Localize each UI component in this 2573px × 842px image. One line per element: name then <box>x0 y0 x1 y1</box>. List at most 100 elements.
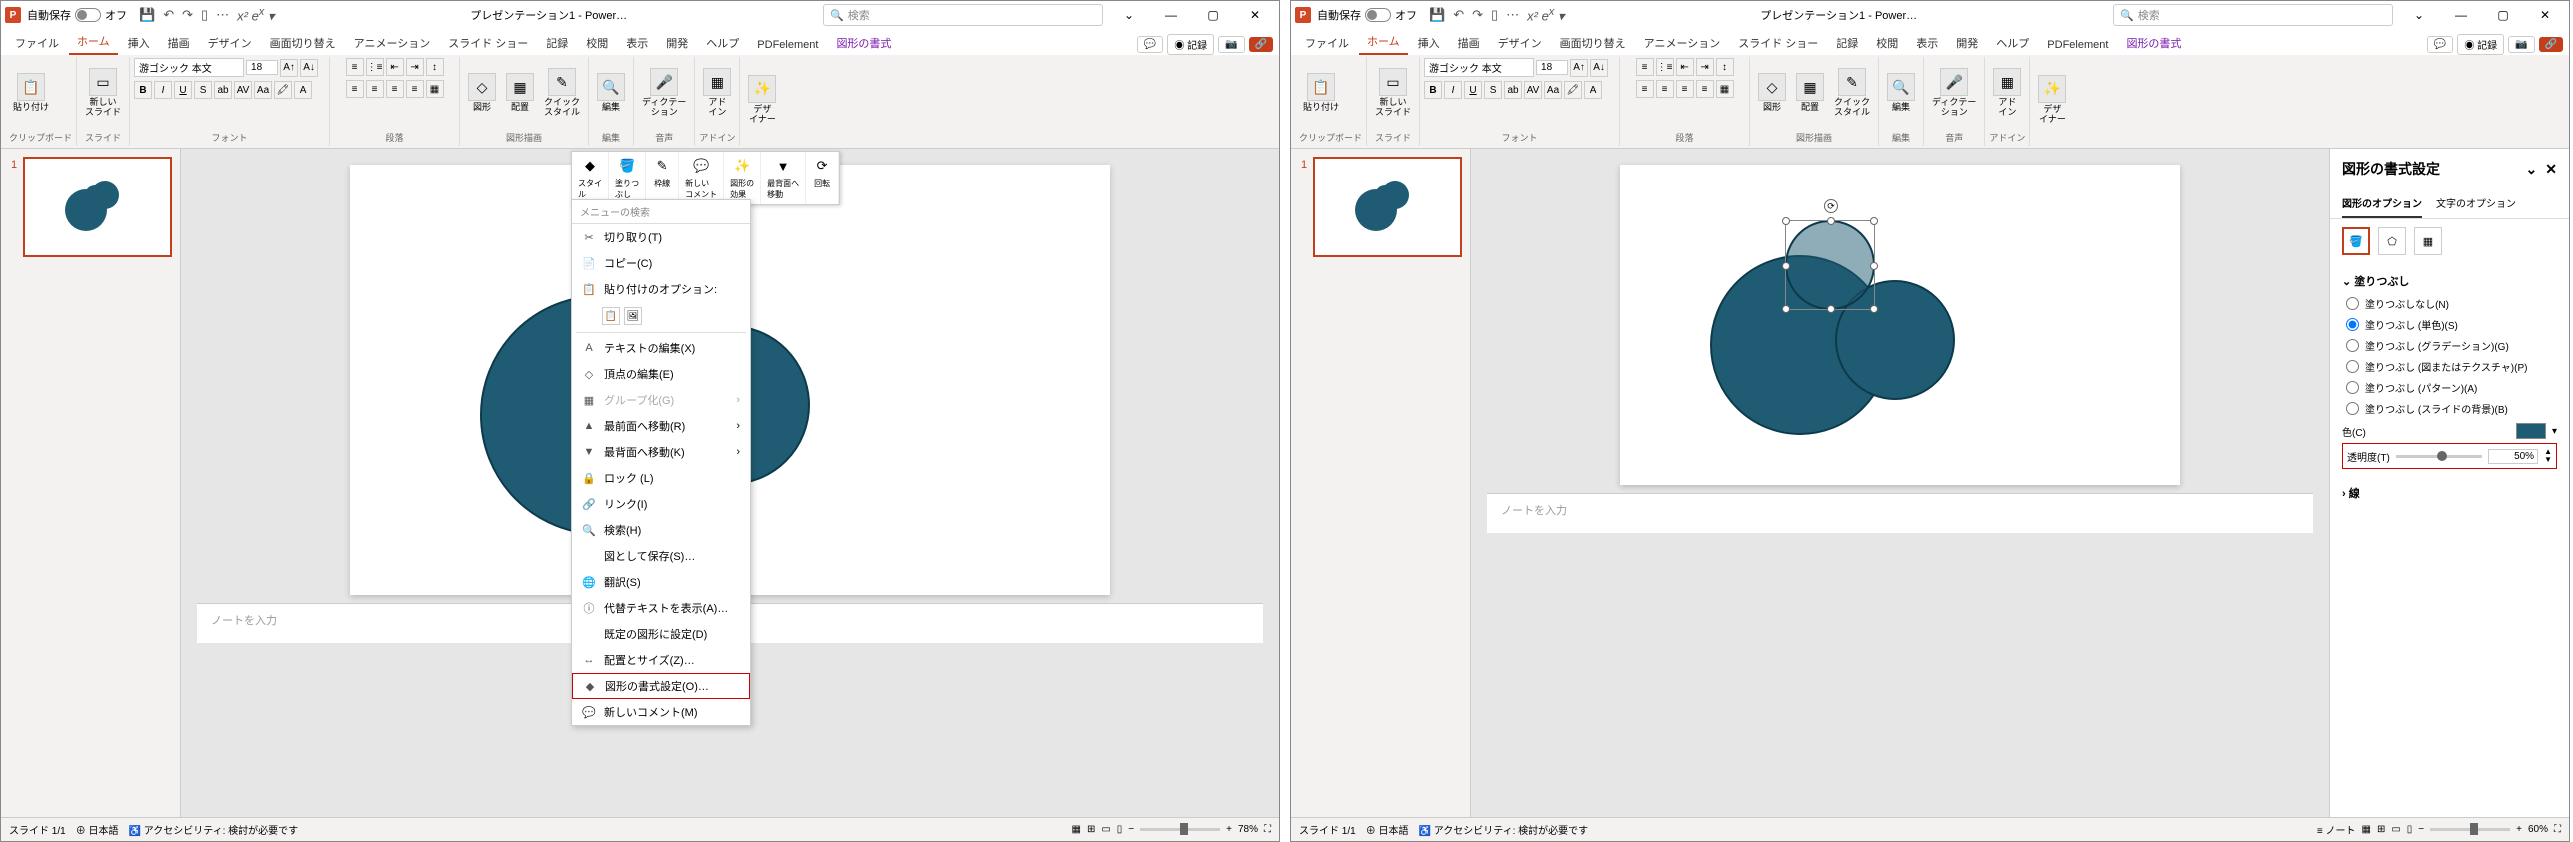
mt-style-button[interactable]: ◆スタイ ル <box>572 152 609 204</box>
fp-fill-picture[interactable]: 塗りつぶし (図またはテクスチャ)(P) <box>2342 356 2557 377</box>
increase-font-icon[interactable]: A↑ <box>280 59 298 77</box>
record-button[interactable]: ◉ 記録 <box>2457 34 2504 55</box>
fp-transparency-input[interactable] <box>2488 449 2538 464</box>
minimize-icon[interactable]: — <box>2441 5 2481 25</box>
fp-effects-icon[interactable]: ⬠ <box>2378 227 2406 255</box>
editing-button[interactable]: 🔍編集 <box>1883 71 1919 115</box>
ctx-edit-points[interactable]: ◇頂点の編集(E) <box>572 361 750 387</box>
accessibility-status[interactable]: ♿ アクセシビリティ: 検討が必要です <box>1418 822 1588 837</box>
handle-se[interactable] <box>1870 305 1878 313</box>
view-slideshow-icon[interactable]: ▯ <box>2407 824 2413 835</box>
fp-fill-gradient[interactable]: 塗りつぶし (グラデーション)(G) <box>2342 335 2557 356</box>
comments-button[interactable]: 💬 <box>2427 36 2453 53</box>
close-icon[interactable]: ✕ <box>2525 5 2565 25</box>
ctx-search-h[interactable]: 🔍検索(H) <box>572 517 750 543</box>
tab-file[interactable]: ファイル <box>7 31 67 55</box>
mt-outline-button[interactable]: ✎枠線 <box>646 152 679 204</box>
paste-button[interactable]: 📋貼り付け <box>9 71 53 115</box>
highlight-icon[interactable]: 🖍 <box>274 81 292 99</box>
toggle-icon[interactable] <box>75 8 101 22</box>
paste-pic-icon[interactable]: 🖼 <box>624 307 642 325</box>
tab-view[interactable]: 表示 <box>618 31 656 55</box>
search-input[interactable]: 🔍検索 <box>823 4 1103 26</box>
toggle-icon[interactable] <box>1365 8 1391 22</box>
fp-fill-none[interactable]: 塗りつぶしなし(N) <box>2342 293 2557 314</box>
view-sorter-icon[interactable]: ⊞ <box>2377 824 2385 835</box>
notes-pane[interactable]: ノートを入力 <box>1487 493 2313 533</box>
zoom-value[interactable]: 60% <box>2528 824 2548 835</box>
view-reading-icon[interactable]: ▭ <box>2391 824 2400 835</box>
shapes-button[interactable]: ◇図形 <box>464 71 500 115</box>
paste-theme-icon[interactable]: 📋 <box>602 307 620 325</box>
font-size-combo[interactable]: 18 <box>246 60 278 75</box>
from-beginning-icon[interactable]: ▯ <box>201 7 208 23</box>
thumbnail-pane[interactable]: 1 <box>1 149 181 817</box>
font-name-combo[interactable]: 游ゴシック 本文 <box>134 58 244 77</box>
tab-design[interactable]: デザイン <box>1490 31 1550 55</box>
ctx-translate[interactable]: 🌐翻訳(S) <box>572 569 750 595</box>
quick-styles-button[interactable]: ✎クイック スタイル <box>540 66 584 120</box>
numbering-icon[interactable]: ⋮≡ <box>366 58 384 76</box>
camera-button[interactable]: 📷 <box>2508 36 2534 53</box>
arrange-button[interactable]: ▦配置 <box>502 71 538 115</box>
ctx-lock[interactable]: 🔒ロック (L) <box>572 465 750 491</box>
thumbnail-pane[interactable]: 1 <box>1291 149 1471 817</box>
tab-file[interactable]: ファイル <box>1297 31 1357 55</box>
shapes-button[interactable]: ◇図形 <box>1754 71 1790 115</box>
zoom-in-icon[interactable]: + <box>1226 824 1232 835</box>
editing-button[interactable]: 🔍編集 <box>593 71 629 115</box>
math-icon[interactable]: x² ex ▾ <box>237 6 274 24</box>
zoom-in-icon[interactable]: + <box>2516 824 2522 835</box>
handle-nw[interactable] <box>1782 217 1790 225</box>
slide-count[interactable]: スライド 1/1 <box>9 822 66 837</box>
tab-help[interactable]: ヘルプ <box>698 31 747 55</box>
save-icon[interactable]: 💾 <box>139 7 155 23</box>
arrange-button[interactable]: ▦配置 <box>1792 71 1828 115</box>
font-name-combo[interactable]: 游ゴシック 本文 <box>1424 58 1534 77</box>
share-button[interactable]: 🔗 <box>1249 37 1273 52</box>
justify-icon[interactable]: ≡ <box>406 80 424 98</box>
spacing-icon[interactable]: AV <box>234 81 252 99</box>
fp-dropdown-icon[interactable]: ⌄ <box>2526 161 2538 178</box>
ctx-link[interactable]: 🔗リンク(I) <box>572 491 750 517</box>
math-icon[interactable]: x² ex ▾ <box>1527 6 1564 24</box>
dictate-button[interactable]: 🎤ディクテー ション <box>638 66 690 120</box>
view-reading-icon[interactable]: ▭ <box>1101 824 1110 835</box>
slide-thumbnail-1[interactable]: 1 <box>23 157 172 257</box>
autosave-toggle[interactable]: 自動保存 オフ <box>27 7 127 23</box>
accessibility-status[interactable]: ♿ アクセシビリティ: 検討が必要です <box>128 822 298 837</box>
italic-icon[interactable]: I <box>154 81 172 99</box>
fp-transparency-slider[interactable] <box>2396 455 2482 458</box>
fit-window-icon[interactable]: ⛶ <box>1264 824 1271 835</box>
view-slideshow-icon[interactable]: ▯ <box>1117 824 1123 835</box>
align-left-icon[interactable]: ≡ <box>346 80 364 98</box>
maximize-icon[interactable]: ▢ <box>2483 5 2523 25</box>
indent-dec-icon[interactable]: ⇤ <box>386 58 404 76</box>
undo-icon[interactable]: ↶ <box>163 7 174 23</box>
mt-rotate-button[interactable]: ⟳回転 <box>806 152 839 204</box>
tab-animations[interactable]: アニメーション <box>346 31 439 55</box>
zoom-value[interactable]: 78% <box>1238 824 1258 835</box>
underline-icon[interactable]: U <box>174 81 192 99</box>
handle-ne[interactable] <box>1870 217 1878 225</box>
view-sorter-icon[interactable]: ⊞ <box>1087 824 1095 835</box>
mt-sendback-button[interactable]: ▼最背面へ 移動 <box>761 152 806 204</box>
zoom-slider[interactable] <box>1140 828 1220 831</box>
columns-icon[interactable]: ▦ <box>426 80 444 98</box>
mt-effects-button[interactable]: ✨図形の 効果 <box>724 152 761 204</box>
zoom-out-icon[interactable]: − <box>2418 824 2424 835</box>
rotate-handle[interactable]: ⟳ <box>1824 199 1838 213</box>
autosave-toggle[interactable]: 自動保存オフ <box>1317 7 1417 23</box>
fp-fill-header[interactable]: ⌄ 塗りつぶし <box>2342 269 2557 293</box>
addins-button[interactable]: ▦アド イン <box>1989 66 2025 120</box>
tab-draw[interactable]: 描画 <box>160 31 198 55</box>
qat-more-icon[interactable]: ⋯ <box>1506 7 1519 23</box>
designer-button[interactable]: ✨デザ イナー <box>744 73 780 127</box>
share-button[interactable]: 🔗 <box>2539 37 2563 52</box>
tab-pdfelement[interactable]: PDFelement <box>749 35 826 55</box>
fp-line-header[interactable]: › 線 <box>2342 481 2557 505</box>
tab-design[interactable]: デザイン <box>200 31 260 55</box>
ctx-alt-text[interactable]: ⓘ代替テキストを表示(A)… <box>572 595 750 621</box>
save-icon[interactable]: 💾 <box>1429 7 1445 23</box>
fp-color-picker[interactable] <box>2516 423 2546 439</box>
